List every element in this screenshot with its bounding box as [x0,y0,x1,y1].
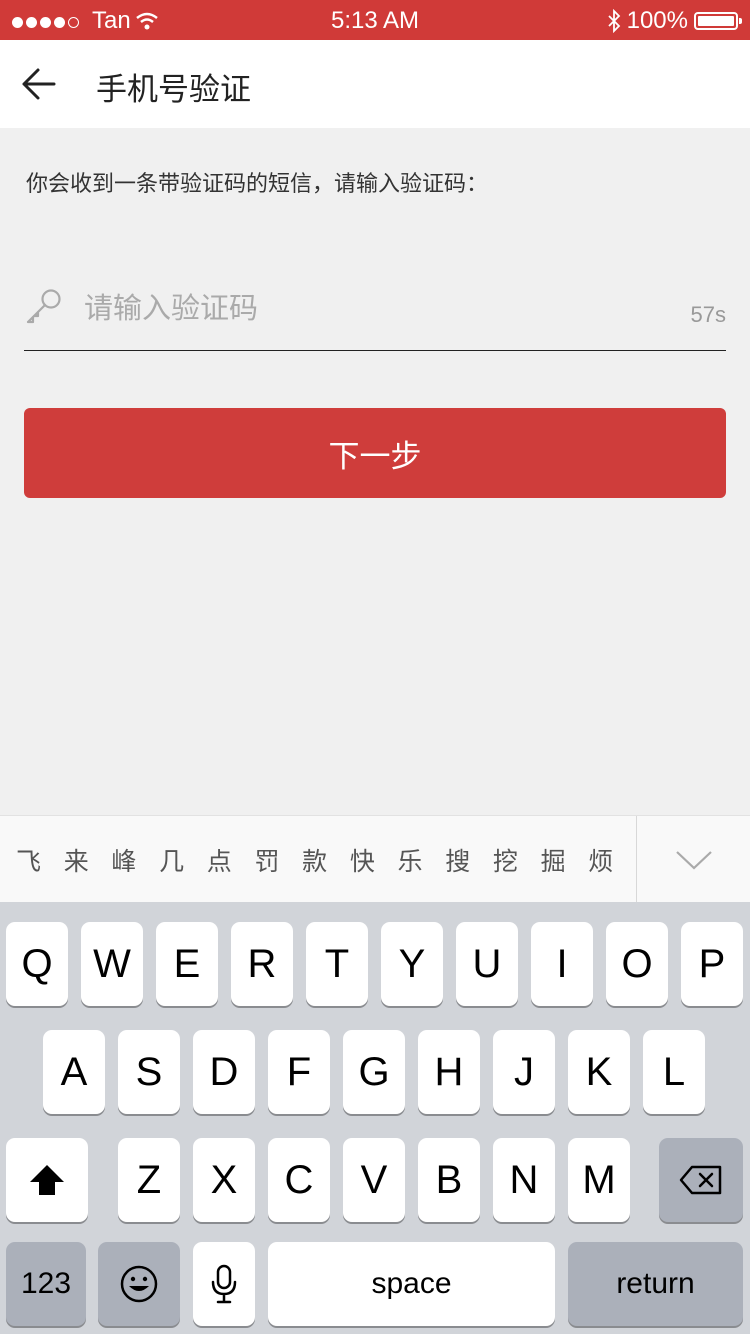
status-right: 100% [607,7,742,35]
candidate-item[interactable]: 搜 [445,842,493,878]
battery-icon [694,12,742,30]
key-l[interactable]: L [643,1030,705,1114]
key-i[interactable]: I [531,922,593,1006]
key-q[interactable]: Q [6,922,68,1006]
navigation-bar: 手机号验证 [0,40,750,128]
key-g[interactable]: G [343,1030,405,1114]
key-x[interactable]: X [193,1138,255,1222]
candidate-item[interactable]: 几 [159,842,207,878]
key-h[interactable]: H [418,1030,480,1114]
candidate-item[interactable]: 挖 [493,842,541,878]
candidate-item[interactable]: 掘 [541,842,589,878]
status-bar: Tan 5:13 AM 100% [0,0,750,40]
key-s[interactable]: S [118,1030,180,1114]
key-y[interactable]: Y [381,922,443,1006]
verification-code-field[interactable]: 57s [24,278,726,351]
candidate-item[interactable]: 来 [64,842,112,878]
key-o[interactable]: O [606,922,668,1006]
key-n[interactable]: N [493,1138,555,1222]
key-f[interactable]: F [268,1030,330,1114]
next-step-button[interactable]: 下一步 [24,408,726,498]
key-d[interactable]: D [193,1030,255,1114]
battery-percentage: 100% [626,7,688,34]
key-e[interactable]: E [156,922,218,1006]
numbers-key[interactable]: 123 [6,1242,86,1326]
resend-countdown: 57s [690,302,726,327]
key-m[interactable]: M [568,1138,630,1222]
candidate-item[interactable]: 峰 [111,842,159,878]
shift-key[interactable] [6,1138,88,1222]
candidate-item[interactable]: 点 [207,842,255,878]
key-icon [26,289,61,324]
key-u[interactable]: U [456,922,518,1006]
backspace-icon [679,1165,722,1195]
key-c[interactable]: C [268,1138,330,1222]
shift-icon [30,1165,64,1195]
verification-code-input[interactable] [82,282,626,336]
key-v[interactable]: V [343,1138,405,1222]
arrow-left-icon [22,68,56,100]
candidate-item[interactable]: 烦 [588,842,636,878]
microphone-icon [211,1264,237,1304]
return-key[interactable]: return [568,1242,743,1326]
back-button[interactable] [18,64,62,104]
page-title: 手机号验证 [96,72,251,107]
key-a[interactable]: A [43,1030,105,1114]
key-b[interactable]: B [418,1138,480,1222]
candidate-item[interactable]: 乐 [398,842,446,878]
candidate-item[interactable]: 飞 [16,842,64,878]
bluetooth-icon [607,9,620,33]
key-p[interactable]: P [681,922,743,1006]
key-k[interactable]: K [568,1030,630,1114]
emoji-key[interactable] [98,1242,180,1326]
candidate-item[interactable]: 快 [350,842,398,878]
delete-key[interactable] [659,1138,743,1222]
collapse-candidates-button[interactable] [637,816,750,903]
key-t[interactable]: T [306,922,368,1006]
key-j[interactable]: J [493,1030,555,1114]
key-w[interactable]: W [81,922,143,1006]
dictation-key[interactable] [193,1242,255,1326]
key-r[interactable]: R [231,922,293,1006]
emoji-icon [120,1265,158,1303]
candidate-item[interactable]: 款 [302,842,350,878]
key-z[interactable]: Z [118,1138,180,1222]
instruction-text: 你会收到一条带验证码的短信，请输入验证码： [26,171,489,196]
ime-candidate-bar: 飞 来 峰 几 点 罚 款 快 乐 搜 挖 掘 烦 [0,815,750,903]
candidate-item[interactable]: 罚 [254,842,302,878]
candidate-list: 飞 来 峰 几 点 罚 款 快 乐 搜 挖 掘 烦 [0,816,636,903]
space-key[interactable]: space [268,1242,555,1326]
chevron-down-icon [675,850,712,870]
keyboard: Q W E R T Y U I O P A S D F G H J K L Z … [0,902,750,1334]
